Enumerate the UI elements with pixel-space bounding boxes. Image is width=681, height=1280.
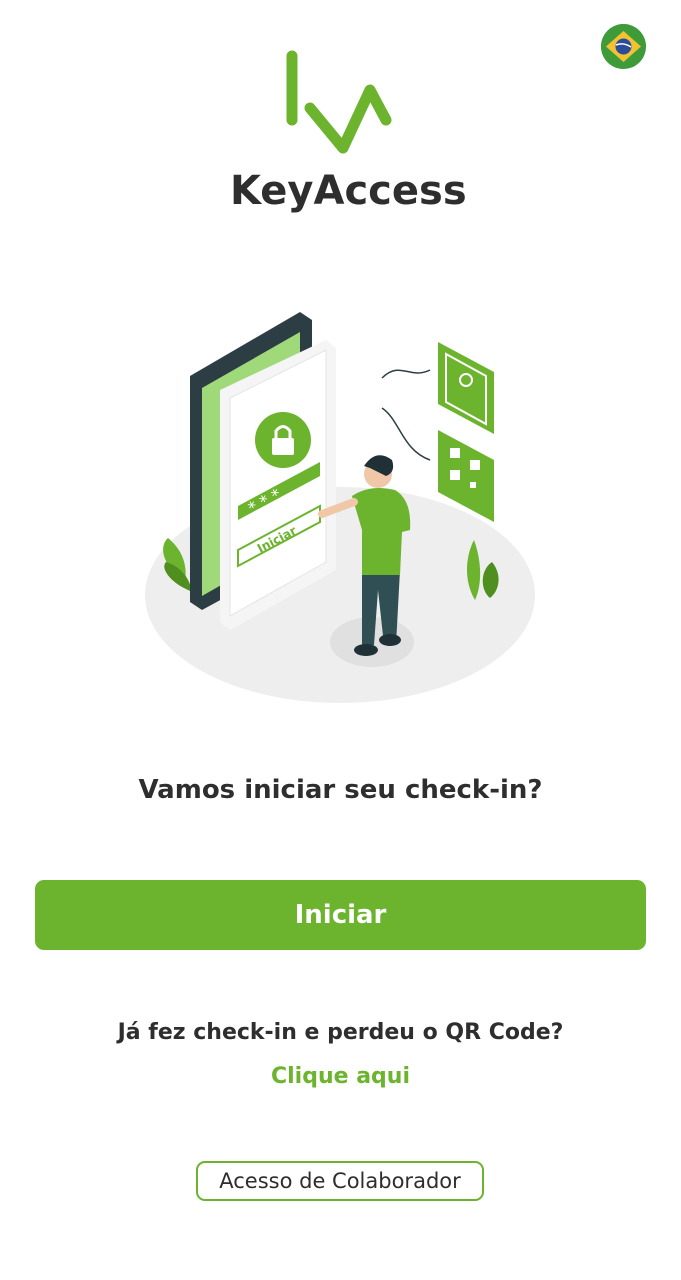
keyaccess-logo-mark [286,50,392,154]
language-flag-button[interactable] [601,24,646,69]
page-title: Vamos iniciar seu check-in? [138,775,543,805]
brand-name: KeyAccess [230,168,467,214]
keyaccess-logo: KeyAccess [230,50,467,225]
employee-access-button[interactable]: Acesso de Colaborador [196,1161,484,1201]
phone-checkin-illustration: * * * Iniciar [145,312,535,703]
start-checkin-button[interactable]: Iniciar [35,880,646,950]
lost-qr-question: Já fez check-in e perdeu o QR Code? [117,1020,564,1045]
lost-qr-link[interactable]: Clique aqui [0,1064,681,1089]
brazil-flag-icon [601,24,646,69]
